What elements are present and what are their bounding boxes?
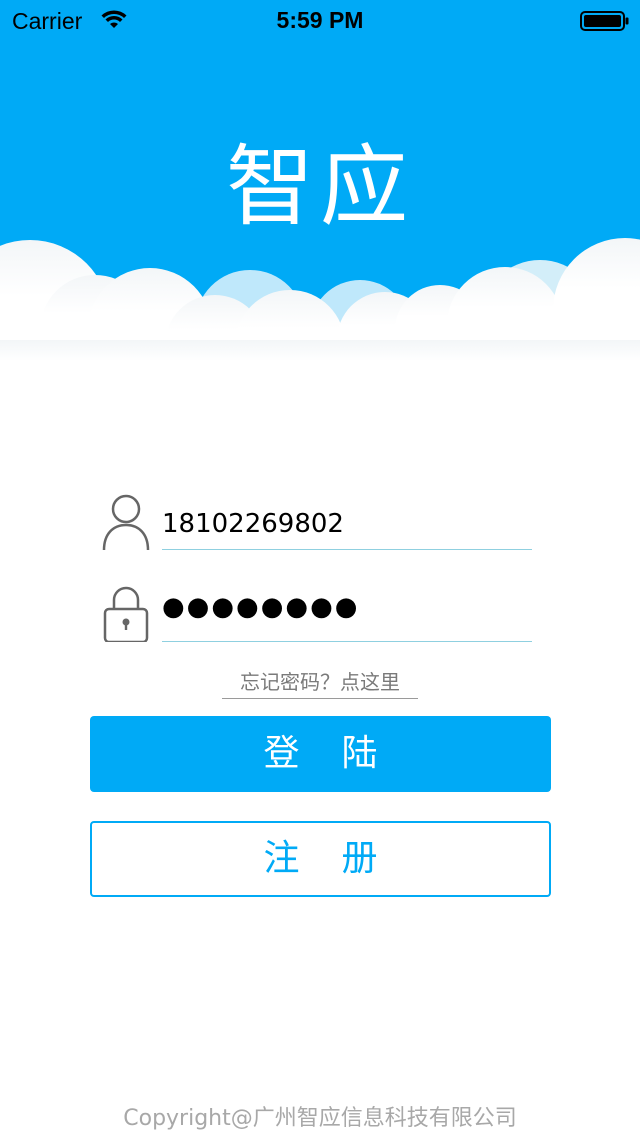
status-time: 5:59 PM <box>276 7 364 33</box>
status-bar: Carrier 5:59 PM <box>0 0 640 40</box>
login-button[interactable]: 登陆 <box>90 716 551 792</box>
register-button[interactable]: 注册 <box>90 821 551 897</box>
password-field: ●●●●●●●● <box>100 578 532 642</box>
password-input[interactable]: ●●●●●●●● <box>162 578 532 640</box>
username-input[interactable] <box>162 486 532 548</box>
username-underline <box>162 549 532 550</box>
password-underline <box>162 641 532 642</box>
copyright-text: Copyright@广州智应信息科技有限公司 <box>123 1106 517 1131</box>
battery-icon <box>580 11 629 31</box>
user-icon <box>102 494 150 550</box>
header-banner: Carrier 5:59 PM 智应 <box>0 0 640 400</box>
lock-icon <box>103 586 149 642</box>
app-logo: 智应 <box>225 135 414 238</box>
forgot-password-link[interactable]: 忘记密码？点这里 <box>222 665 418 699</box>
username-field <box>100 486 532 550</box>
